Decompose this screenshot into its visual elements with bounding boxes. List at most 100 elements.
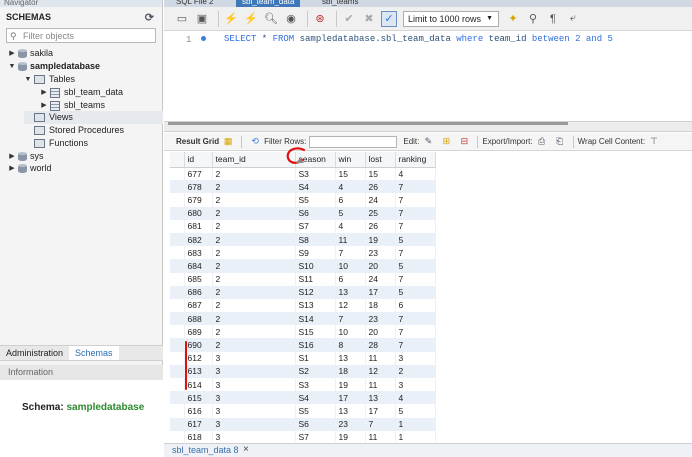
table-cell[interactable]: 7: [395, 219, 436, 233]
table-cell[interactable]: 2: [212, 206, 296, 220]
table-cell[interactable]: 618: [184, 430, 213, 442]
row-header[interactable]: [170, 404, 185, 418]
sql-editor[interactable]: 1 SELECT * FROM sampledatabase.sbl_team_…: [164, 31, 692, 121]
table-cell[interactable]: 13: [335, 351, 366, 365]
table-cell[interactable]: S3: [295, 378, 336, 392]
table-cell[interactable]: 5: [335, 206, 366, 220]
table-cell[interactable]: 7: [395, 206, 436, 220]
table-cell[interactable]: S7: [295, 219, 336, 233]
row-header[interactable]: [170, 417, 185, 431]
table-cell[interactable]: 2: [212, 167, 296, 181]
row-header[interactable]: [170, 312, 185, 326]
table-cell[interactable]: S2: [295, 364, 336, 378]
table-cell[interactable]: S15: [295, 325, 336, 339]
table-cell[interactable]: 23: [365, 246, 396, 260]
table-cell[interactable]: 6: [395, 298, 436, 313]
edit-row-icon[interactable]: ✎: [422, 136, 434, 148]
scrollbar-thumb[interactable]: [168, 122, 568, 125]
table-cell[interactable]: S8: [295, 232, 336, 247]
table-cell[interactable]: 12: [335, 298, 366, 313]
table-cell[interactable]: 6: [335, 193, 366, 207]
table-cell[interactable]: 678: [184, 180, 213, 194]
table-cell[interactable]: 18: [365, 298, 396, 313]
table-cell[interactable]: 5: [395, 232, 436, 247]
table-cell[interactable]: S1: [295, 351, 336, 365]
column-header-lost[interactable]: lost: [365, 152, 396, 168]
table-cell[interactable]: 13: [335, 285, 366, 299]
row-header[interactable]: [170, 338, 185, 352]
table-cell[interactable]: S13: [295, 298, 336, 313]
table-cell[interactable]: 686: [184, 285, 213, 299]
row-header[interactable]: [170, 325, 185, 339]
table-row[interactable]: 680 2 S6 5 25 7: [170, 206, 436, 220]
table-cell[interactable]: 2: [212, 246, 296, 260]
table-cell[interactable]: 4: [335, 219, 366, 233]
table-cell[interactable]: S9: [295, 246, 336, 260]
table-cell[interactable]: 2: [212, 232, 296, 247]
table-cell[interactable]: 13: [335, 404, 366, 418]
collapse-arrow-icon[interactable]: ▼: [24, 73, 32, 86]
table-row[interactable]: 684 2 S10 10 20 5: [170, 259, 436, 273]
table-cell[interactable]: 7: [395, 180, 436, 194]
table-cell[interactable]: 2: [212, 193, 296, 207]
expand-arrow-icon[interactable]: ▶: [8, 162, 16, 175]
row-header[interactable]: [170, 206, 185, 220]
tab-sbl-team-data[interactable]: sbl_team_data: [236, 0, 301, 7]
column-header-id[interactable]: id: [184, 152, 213, 168]
table-cell[interactable]: 4: [395, 391, 436, 405]
rollback-icon[interactable]: ✖: [361, 11, 377, 27]
table-cell[interactable]: 7: [335, 312, 366, 326]
tab-administration[interactable]: Administration: [0, 346, 69, 360]
table-cell[interactable]: S11: [295, 272, 336, 286]
row-header[interactable]: [170, 232, 185, 247]
table-cell[interactable]: 682: [184, 232, 213, 247]
beautify-icon[interactable]: ✦: [505, 11, 521, 27]
table-cell[interactable]: 5: [395, 404, 436, 418]
tab-sbl-teams[interactable]: sbl_teams: [316, 0, 364, 7]
table-cell[interactable]: 8: [335, 338, 366, 352]
table-cell[interactable]: 3: [395, 378, 436, 392]
editor-horizontal-scrollbar[interactable]: [164, 121, 692, 132]
table-cell[interactable]: 2: [212, 272, 296, 286]
table-cell[interactable]: 24: [365, 272, 396, 286]
save-icon[interactable]: ▣: [194, 11, 210, 27]
table-cell[interactable]: 615: [184, 391, 213, 405]
tree-item-functions[interactable]: Functions: [24, 137, 88, 150]
table-cell[interactable]: 23: [365, 312, 396, 326]
filter-objects-input[interactable]: [20, 30, 140, 41]
column-header-ranking[interactable]: ranking: [395, 152, 436, 168]
table-cell[interactable]: 679: [184, 193, 213, 207]
table-row[interactable]: 614 3 S3 19 11 3: [170, 378, 436, 392]
table-cell[interactable]: 3: [212, 364, 296, 378]
table-cell[interactable]: 677: [184, 167, 213, 181]
table-cell[interactable]: 7: [395, 338, 436, 352]
table-cell[interactable]: 24: [365, 193, 396, 207]
table-cell[interactable]: 2: [212, 298, 296, 313]
table-cell[interactable]: 2: [212, 312, 296, 326]
table-cell[interactable]: 690: [184, 338, 213, 352]
table-cell[interactable]: 6: [335, 272, 366, 286]
row-header[interactable]: [170, 285, 185, 299]
filter-rows-input[interactable]: [309, 135, 398, 148]
result-tab-label[interactable]: sbl_team_data 8: [172, 445, 239, 455]
execute-icon[interactable]: ⚡: [223, 11, 239, 27]
table-cell[interactable]: 1: [395, 417, 436, 431]
table-cell[interactable]: 3: [212, 430, 296, 442]
table-cell[interactable]: 17: [365, 404, 396, 418]
table-row[interactable]: 677 2 S3 15 15 4: [170, 167, 436, 181]
table-cell[interactable]: S5: [295, 193, 336, 207]
table-cell[interactable]: S10: [295, 259, 336, 273]
find-icon[interactable]: ⚲: [525, 11, 541, 27]
table-cell[interactable]: 687: [184, 298, 213, 313]
table-cell[interactable]: S14: [295, 312, 336, 326]
row-header[interactable]: [170, 298, 185, 313]
table-cell[interactable]: S6: [295, 206, 336, 220]
table-cell[interactable]: 2: [212, 285, 296, 299]
tree-item-world[interactable]: ▶ world: [8, 162, 51, 175]
grid-view-icon[interactable]: ▦: [222, 136, 234, 148]
table-cell[interactable]: 20: [365, 325, 396, 339]
table-cell[interactable]: 19: [365, 232, 396, 247]
table-cell[interactable]: 11: [335, 232, 366, 247]
table-cell[interactable]: 3: [212, 378, 296, 392]
table-row[interactable]: 617 3 S6 23 7 1: [170, 417, 436, 431]
